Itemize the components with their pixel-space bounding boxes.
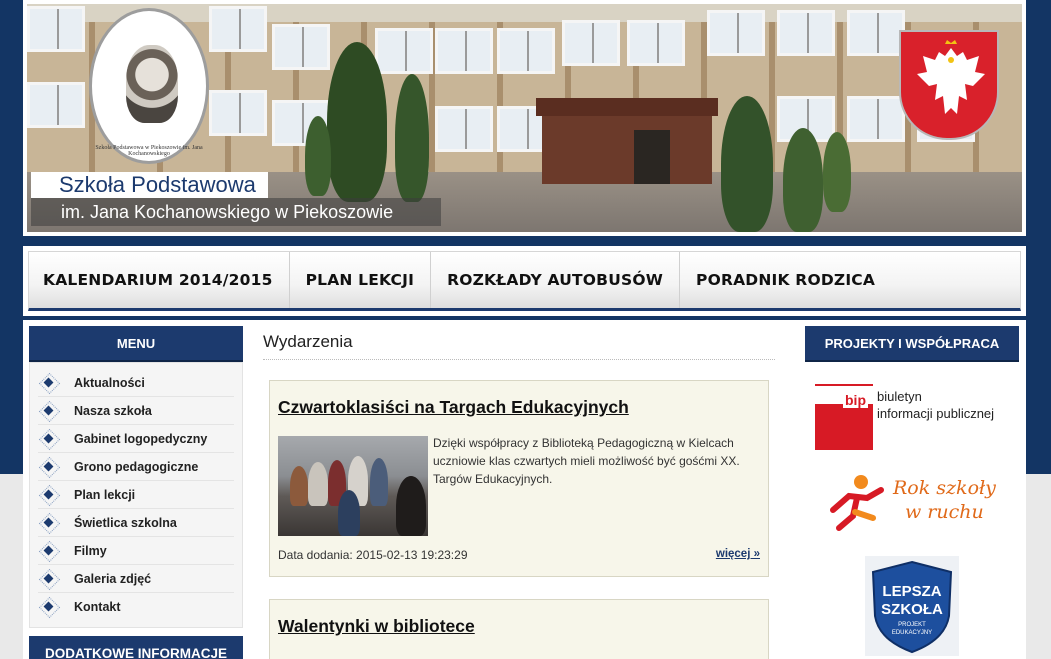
school-title: Szkoła Podstawowa [31,172,268,198]
rok-text-line1: Rok szkoły [893,477,996,499]
shield-icon: LEPSZA SZKOŁA PROJEKT EDUKACYJNY [871,560,953,654]
lepsza-szkola-logo-link[interactable]: LEPSZA SZKOŁA PROJEKT EDUKACYJNY [865,556,959,656]
menu-item-filmy[interactable]: Filmy [38,537,234,565]
lepsza-text-line2: SZKOŁA [881,601,943,618]
school-logo: Szkoła Podstawowa w Piekoszowie im. Jana… [89,8,209,164]
header-banner: Szkoła Podstawowa w Piekoszowie im. Jana… [23,0,1026,236]
eagle-icon [917,40,985,114]
nav-poradnik-rodzica[interactable]: PORADNIK RODZICA [680,252,891,308]
bip-text-line2: informacji publicznej [877,406,995,421]
diamond-bullet-icon [42,376,56,390]
nav-kalendarium[interactable]: KALENDARIUM 2014/2015 [29,252,290,308]
menu-item-label: Aktualności [74,375,145,390]
left-sidebar: MENU Aktualności Nasza szkoła Gabinet lo… [29,326,243,659]
article-card: Czwartoklasiści na Targach Edukacyjnych … [269,380,769,577]
projects-header: PROJEKTY I WSPÓŁPRACA [805,326,1019,362]
right-sidebar: PROJEKTY I WSPÓŁPRACA bip biuletyn infor… [805,326,1019,656]
running-figure-icon [830,475,884,531]
additional-info-header: DODATKOWE INFORMACJE [29,636,243,659]
nav-plan-lekcji[interactable]: PLAN LEKCJI [290,252,432,308]
menu-item-label: Galeria zdjęć [74,571,152,586]
menu-item-grono-pedagogiczne[interactable]: Grono pedagogiczne [38,453,234,481]
diamond-bullet-icon [42,572,56,586]
diamond-bullet-icon [42,432,56,446]
school-subtitle: im. Jana Kochanowskiego w Piekoszowie [31,198,441,226]
read-more-link[interactable]: więcej » [716,548,760,562]
article-title-link[interactable]: Czwartoklasiści na Targach Edukacyjnych [278,397,629,418]
rok-text-line2: w ruchu [905,501,984,523]
diamond-bullet-icon [42,488,56,502]
menu-item-label: Gabinet logopedyczny [74,431,208,446]
bip-label: bip [843,392,868,408]
portrait-icon [126,45,178,123]
polish-eagle-emblem [899,30,999,140]
bip-text-line1: biuletyn [877,389,922,404]
menu-item-swietlica-szkolna[interactable]: Świetlica szkolna [38,509,234,537]
content-area: MENU Aktualności Nasza szkoła Gabinet lo… [23,320,1026,659]
diamond-bullet-icon [42,544,56,558]
article-date: Data dodania: 2015-02-13 19:23:29 [278,548,468,562]
menu-item-label: Nasza szkoła [74,403,152,418]
menu-list: Aktualności Nasza szkoła Gabinet logoped… [29,362,243,628]
diamond-bullet-icon [42,516,56,530]
article-thumbnail[interactable] [278,436,428,536]
menu-item-label: Kontakt [74,600,121,614]
menu-item-label: Plan lekcji [74,487,136,502]
diamond-bullet-icon [42,460,56,474]
lepsza-text-line1: LEPSZA [882,583,941,600]
bip-logo-link[interactable]: bip biuletyn informacji publicznej [815,384,1011,454]
menu-item-label: Świetlica szkolna [74,515,177,530]
diamond-bullet-icon [42,600,56,614]
top-navigation: KALENDARIUM 2014/2015 PLAN LEKCJI ROZKŁA… [23,246,1026,316]
menu-item-kontakt[interactable]: Kontakt [38,593,234,621]
rok-szkoly-w-ruchu-logo-link[interactable]: Rok szkoły w ruchu [827,472,997,536]
nav-rozklady-autobusow[interactable]: ROZKŁADY AUTOBUSÓW [431,252,681,308]
menu-item-gabinet-logopedyczny[interactable]: Gabinet logopedyczny [38,425,234,453]
menu-item-plan-lekcji[interactable]: Plan lekcji [38,481,234,509]
lepsza-text-line4: EDUKACYJNY [892,630,932,636]
menu-item-nasza-szkola[interactable]: Nasza szkoła [38,397,234,425]
lepsza-text-line3: PROJEKT [898,622,926,628]
menu-item-label: Grono pedagogiczne [74,459,199,474]
article-card: Walentynki w bibliotece [269,599,769,659]
logo-ring-text: Szkoła Podstawowa w Piekoszowie im. Jana… [95,145,203,157]
section-title: Wydarzenia [263,326,775,360]
school-photo: Szkoła Podstawowa w Piekoszowie im. Jana… [27,4,1022,232]
main-column: Wydarzenia Czwartoklasiści na Targach Ed… [263,326,775,659]
menu-header: MENU [29,326,243,362]
menu-item-aktualnosci[interactable]: Aktualności [38,369,234,397]
article-excerpt: Dzięki współpracy z Biblioteką Pedagogic… [433,436,740,486]
menu-item-galeria-zdjec[interactable]: Galeria zdjęć [38,565,234,593]
article-title-link[interactable]: Walentynki w bibliotece [278,616,475,637]
diamond-bullet-icon [42,404,56,418]
menu-item-label: Filmy [74,543,107,558]
